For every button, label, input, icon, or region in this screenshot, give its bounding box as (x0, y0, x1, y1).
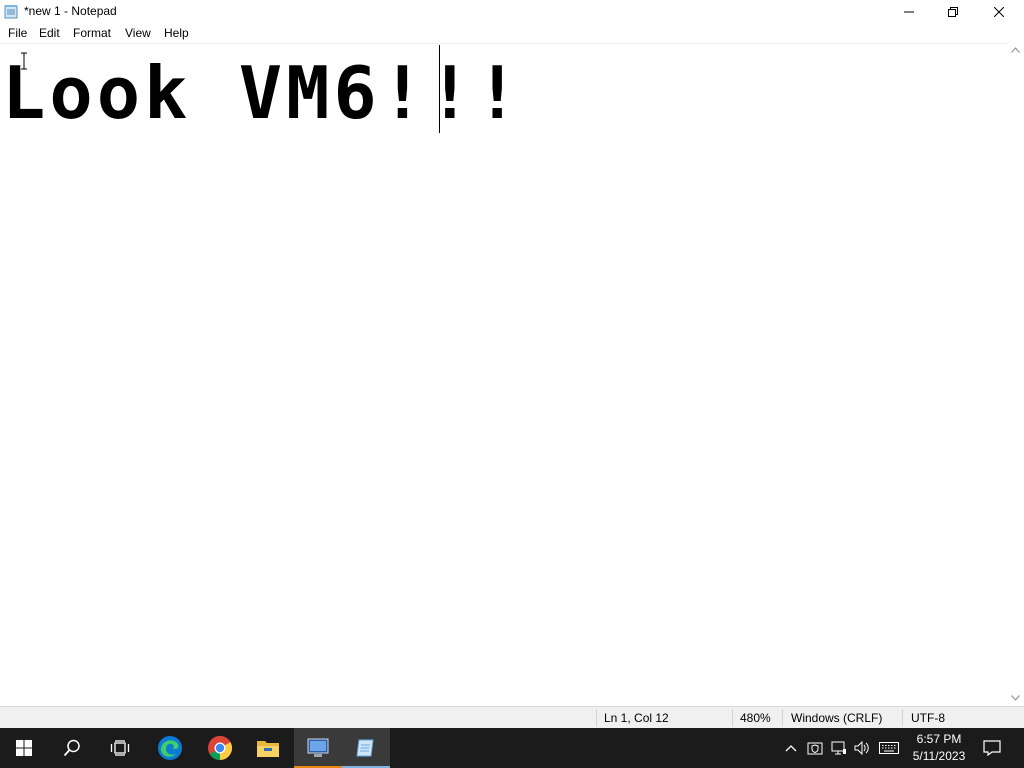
window-title: *new 1 - Notepad (24, 4, 117, 18)
chrome-icon (208, 735, 233, 760)
start-icon (16, 740, 32, 756)
show-hidden-icons-button[interactable] (781, 738, 801, 758)
task-view-button[interactable] (96, 728, 144, 768)
restore-button[interactable] (930, 0, 976, 24)
menu-view[interactable]: View (125, 26, 151, 40)
status-divider (596, 709, 597, 727)
task-view-icon (110, 740, 130, 756)
remote-desktop-icon (307, 738, 329, 757)
action-center-button[interactable] (982, 738, 1002, 758)
scroll-down-icon[interactable] (1011, 695, 1020, 701)
file-explorer-icon (257, 741, 279, 757)
search-icon (63, 739, 80, 757)
touch-keyboard-button[interactable] (879, 738, 899, 758)
notepad-taskbar-button[interactable] (342, 728, 390, 768)
start-button[interactable] (0, 728, 48, 768)
menu-bar: File Edit Format View Help (0, 24, 1024, 43)
security-icon (807, 742, 823, 755)
clock-time: 6:57 PM (916, 732, 962, 746)
menu-format[interactable]: Format (73, 26, 111, 40)
document-text[interactable]: Look VM6!!! (2, 48, 523, 138)
restore-icon (948, 7, 958, 17)
menu-help[interactable]: Help (164, 26, 189, 40)
minimize-button[interactable] (886, 0, 932, 24)
network-tray-button[interactable] (829, 738, 849, 758)
remote-desktop-taskbar-button[interactable] (294, 728, 342, 768)
text-caret (439, 45, 440, 133)
security-tray-button[interactable] (805, 738, 825, 758)
status-divider (732, 709, 733, 727)
encoding: UTF-8 (911, 711, 945, 725)
keyboard-icon (879, 742, 899, 754)
zoom-level: 480% (740, 711, 771, 725)
close-icon (994, 7, 1004, 17)
text-editor[interactable]: Look VM6!!! (0, 43, 1007, 706)
notification-icon (983, 740, 1001, 756)
taskbar-clock[interactable]: 6:57 PM 5/11/2023 (906, 731, 972, 765)
cursor-position: Ln 1, Col 12 (604, 711, 669, 725)
network-icon (831, 741, 846, 755)
menu-edit[interactable]: Edit (39, 26, 60, 40)
ibeam-cursor-icon (21, 52, 27, 70)
chevron-up-icon (785, 745, 797, 752)
status-bar: Ln 1, Col 12 480% Windows (CRLF) UTF-8 (0, 706, 1024, 729)
edge-taskbar-button[interactable] (146, 728, 194, 768)
close-button[interactable] (976, 0, 1022, 24)
notepad-icon (356, 739, 374, 757)
edge-icon (158, 736, 182, 760)
notepad-icon (4, 5, 18, 19)
file-explorer-taskbar-button[interactable] (244, 728, 292, 768)
status-divider (782, 709, 783, 727)
status-divider (902, 709, 903, 727)
search-button[interactable] (48, 728, 96, 768)
title-bar[interactable]: *new 1 - Notepad (0, 0, 1024, 24)
minimize-icon (904, 11, 914, 13)
volume-tray-button[interactable] (852, 738, 872, 758)
volume-icon (854, 741, 869, 755)
taskbar: 6:57 PM 5/11/2023 (0, 728, 1024, 768)
vertical-scrollbar[interactable] (1007, 43, 1024, 705)
clock-date: 5/11/2023 (912, 749, 966, 763)
menu-file[interactable]: File (8, 26, 27, 40)
line-ending: Windows (CRLF) (791, 711, 883, 725)
chrome-taskbar-button[interactable] (196, 728, 244, 768)
scroll-up-icon[interactable] (1011, 47, 1020, 53)
